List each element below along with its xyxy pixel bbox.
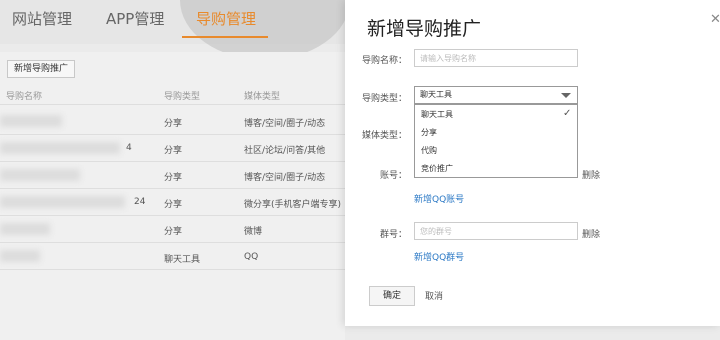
add-qq-group-link[interactable]: 新增QQ群号 xyxy=(414,250,464,263)
row-5-type: 分享 xyxy=(164,227,183,237)
blurred-name xyxy=(0,223,50,235)
row-divider xyxy=(0,242,345,243)
blurred-name xyxy=(0,142,120,154)
group-number-input[interactable] xyxy=(414,222,578,240)
row-1-type: 分享 xyxy=(164,119,183,129)
row-2-name: 4 xyxy=(126,143,132,153)
row-divider xyxy=(0,269,345,270)
guide-name-label: 导购名称： xyxy=(361,56,407,66)
row-2-media: 社区/论坛/问答/其他 xyxy=(244,146,326,156)
add-guide-modal: 新增导购推广 ✕ 导购名称： 导购类型： 聊天工具 聊天工具 ✓ 分享 代购 竞… xyxy=(345,0,720,326)
guide-type-value: 聊天工具 xyxy=(420,90,452,99)
row-5-media: 微博 xyxy=(244,227,263,237)
row-3-type: 分享 xyxy=(164,173,183,183)
active-tab-indicator xyxy=(182,36,268,38)
option-share[interactable]: 分享 xyxy=(421,127,437,138)
account-label: 账号： xyxy=(379,171,407,181)
row-6-media: QQ xyxy=(244,252,259,262)
row-4-name: 24 xyxy=(134,197,146,207)
row-divider xyxy=(0,188,345,189)
option-bid-promotion[interactable]: 竞价推广 xyxy=(421,163,453,174)
option-chat-tool[interactable]: 聊天工具 xyxy=(421,109,453,120)
blurred-name xyxy=(0,196,125,208)
add-shopping-guide-button[interactable]: 新增导购推广 xyxy=(7,60,76,78)
header-divider xyxy=(0,104,345,105)
blurred-name xyxy=(0,169,80,181)
confirm-button[interactable]: 确定 xyxy=(369,286,415,306)
guide-type-label: 导购类型： xyxy=(361,94,407,104)
modal-title: 新增导购推广 xyxy=(367,18,482,40)
group-label: 群号： xyxy=(379,230,407,240)
blurred-name xyxy=(0,250,40,262)
row-divider xyxy=(0,161,345,162)
guide-name-input[interactable] xyxy=(414,49,578,67)
chevron-down-icon xyxy=(561,93,571,98)
row-2-type: 分享 xyxy=(164,146,183,156)
header-guide-type: 导购类型 xyxy=(164,92,201,102)
row-divider xyxy=(0,134,345,135)
header-media-type: 媒体类型 xyxy=(244,92,281,102)
add-qq-account-link[interactable]: 新增QQ账号 xyxy=(414,192,464,205)
row-1-media: 博客/空间/圈子/动态 xyxy=(244,119,326,129)
tab-website-management[interactable]: 网站管理 xyxy=(12,8,72,29)
header-guide-name: 导购名称 xyxy=(6,92,43,102)
row-3-media: 博客/空间/圈子/动态 xyxy=(244,173,326,183)
option-proxy-buy[interactable]: 代购 xyxy=(421,145,437,156)
group-delete-button[interactable]: 删除 xyxy=(582,227,600,240)
check-icon: ✓ xyxy=(563,108,572,119)
row-6-type: 聊天工具 xyxy=(164,255,201,265)
close-icon[interactable]: ✕ xyxy=(710,12,720,27)
row-4-media: 微分享(手机客户端专享) xyxy=(244,200,342,210)
media-type-label: 媒体类型： xyxy=(361,131,407,141)
blurred-name xyxy=(0,115,62,127)
cancel-button[interactable]: 取消 xyxy=(425,289,443,302)
row-4-type: 分享 xyxy=(164,200,183,210)
guide-type-dropdown: 聊天工具 ✓ 分享 代购 竞价推广 xyxy=(414,104,578,178)
tab-app-management[interactable]: APP管理 xyxy=(106,8,164,29)
guide-type-select[interactable]: 聊天工具 xyxy=(414,86,578,104)
tab-shopping-guide-management[interactable]: 导购管理 xyxy=(196,8,256,29)
row-divider xyxy=(0,215,345,216)
account-delete-button[interactable]: 删除 xyxy=(582,168,600,181)
